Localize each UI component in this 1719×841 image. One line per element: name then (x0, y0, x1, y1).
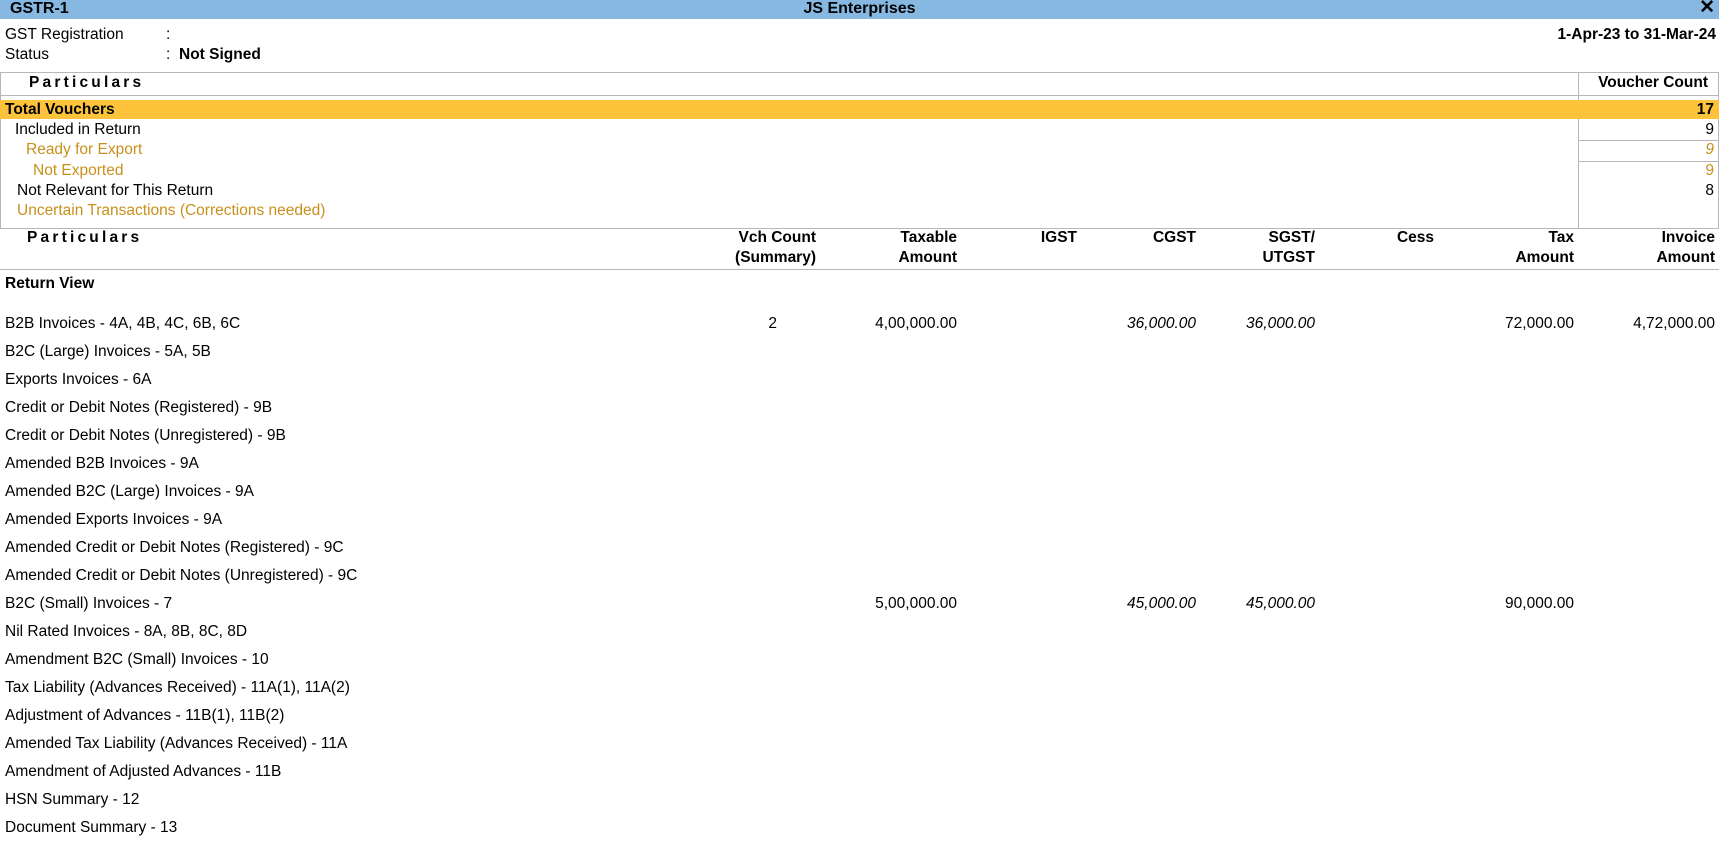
taxable-amount-header: Taxable Amount (898, 229, 957, 266)
return-row-tax-cell: 72,000.00 (1505, 315, 1574, 332)
return-row-invoice-cell: 4,72,000.00 (1633, 315, 1715, 332)
divider (0, 95, 1719, 96)
return-row-label[interactable]: Amendment B2C (Small) Invoices - 10 (5, 650, 269, 670)
return-row-label[interactable]: Amended B2B Invoices - 9A (5, 454, 199, 474)
gst-registration-label: GST Registration (5, 26, 124, 43)
divider (0, 228, 1719, 229)
not-relevant-label[interactable]: Not Relevant for This Return (17, 181, 213, 200)
return-row-sgst-cell: 45,000.00 (1246, 595, 1315, 612)
subtotal-line (1579, 140, 1718, 141)
return-row-label[interactable]: Credit or Debit Notes (Registered) - 9B (5, 398, 272, 418)
divider (1578, 72, 1579, 228)
not-exported-label[interactable]: Not Exported (33, 161, 123, 180)
return-row-label[interactable]: Amended Tax Liability (Advances Received… (5, 734, 347, 754)
not-exported-count: 9 (1705, 162, 1714, 179)
ready-for-export-count: 9 (1705, 141, 1714, 158)
report-period[interactable]: 1-Apr-23 to 31-Mar-24 (1558, 26, 1717, 44)
return-row-label[interactable]: Adjustment of Advances - 11B(1), 11B(2) (5, 706, 284, 726)
status-value: Not Signed (179, 46, 261, 63)
return-row-label[interactable]: HSN Summary - 12 (5, 790, 139, 810)
return-row-vch-cell: 2 (768, 315, 777, 332)
tax-amount-header: Tax Amount (1515, 229, 1574, 266)
return-row-cgst-cell: 36,000.00 (1127, 315, 1196, 332)
sgst-utgst-header: SGST/ UTGST (1262, 229, 1315, 266)
return-row-label[interactable]: Amended Exports Invoices - 9A (5, 510, 222, 530)
return-row-label[interactable]: B2C (Large) Invoices - 5A, 5B (5, 342, 211, 362)
return-row-label[interactable]: Exports Invoices - 6A (5, 370, 151, 390)
return-view-title: Return View (5, 275, 95, 292)
total-vouchers-count: 17 (1696, 101, 1714, 118)
return-row-label[interactable]: Credit or Debit Notes (Unregistered) - 9… (5, 426, 286, 446)
included-in-return-label[interactable]: Included in Return (15, 120, 141, 139)
return-row-label[interactable]: Amended Credit or Debit Notes (Registere… (5, 538, 344, 558)
total-vouchers-label[interactable]: Total Vouchers (5, 100, 115, 119)
close-icon[interactable]: ✕ (1699, 0, 1715, 17)
uncertain-transactions-label[interactable]: Uncertain Transactions (Corrections need… (17, 201, 325, 220)
cgst-header: CGST (1152, 229, 1196, 246)
igst-header: IGST (1040, 229, 1077, 246)
ready-for-export-label[interactable]: Ready for Export (26, 140, 142, 159)
return-row-label[interactable]: Amended B2C (Large) Invoices - 9A (5, 482, 254, 502)
return-row-label[interactable]: Amendment of Adjusted Advances - 11B (5, 762, 281, 782)
divider (0, 72, 1719, 73)
return-row-label[interactable]: Amended Credit or Debit Notes (Unregiste… (5, 566, 357, 586)
gst-registration-separator: : (166, 26, 171, 43)
status-separator: : (166, 46, 171, 63)
not-relevant-count: 8 (1705, 182, 1714, 199)
return-row-cgst-cell: 45,000.00 (1127, 595, 1196, 612)
divider (0, 269, 1719, 270)
status-label: Status (5, 46, 49, 63)
subtotal-line (1579, 161, 1718, 162)
return-row-taxable-cell: 5,00,000.00 (875, 595, 957, 612)
return-row-taxable-cell: 4,00,000.00 (875, 315, 957, 332)
invoice-amount-header: Invoice Amount (1656, 229, 1715, 266)
return-row-label[interactable]: B2B Invoices - 4A, 4B, 4C, 6B, 6C (5, 314, 240, 334)
total-vouchers-highlight[interactable] (0, 100, 1719, 119)
divider (0, 72, 1, 228)
return-row-label[interactable]: Nil Rated Invoices - 8A, 8B, 8C, 8D (5, 622, 247, 642)
return-row-tax-cell: 90,000.00 (1505, 595, 1574, 612)
return-row-label[interactable]: Tax Liability (Advances Received) - 11A(… (5, 678, 350, 698)
return-row-label[interactable]: B2C (Small) Invoices - 7 (5, 594, 172, 614)
return-row-label[interactable]: Document Summary - 13 (5, 818, 177, 838)
title-bar: GSTR-1 JS Enterprises ✕ (0, 0, 1719, 19)
cess-header: Cess (1396, 229, 1434, 246)
vch-count-header: Vch Count (Summary) (735, 229, 816, 266)
included-in-return-count: 9 (1705, 121, 1714, 138)
company-name: JS Enterprises (803, 0, 916, 17)
summary-particulars-header: Particulars (29, 74, 145, 91)
returns-particulars-header: Particulars (27, 229, 143, 246)
return-row-sgst-cell: 36,000.00 (1246, 315, 1315, 332)
voucher-count-header: Voucher Count (1598, 74, 1708, 91)
